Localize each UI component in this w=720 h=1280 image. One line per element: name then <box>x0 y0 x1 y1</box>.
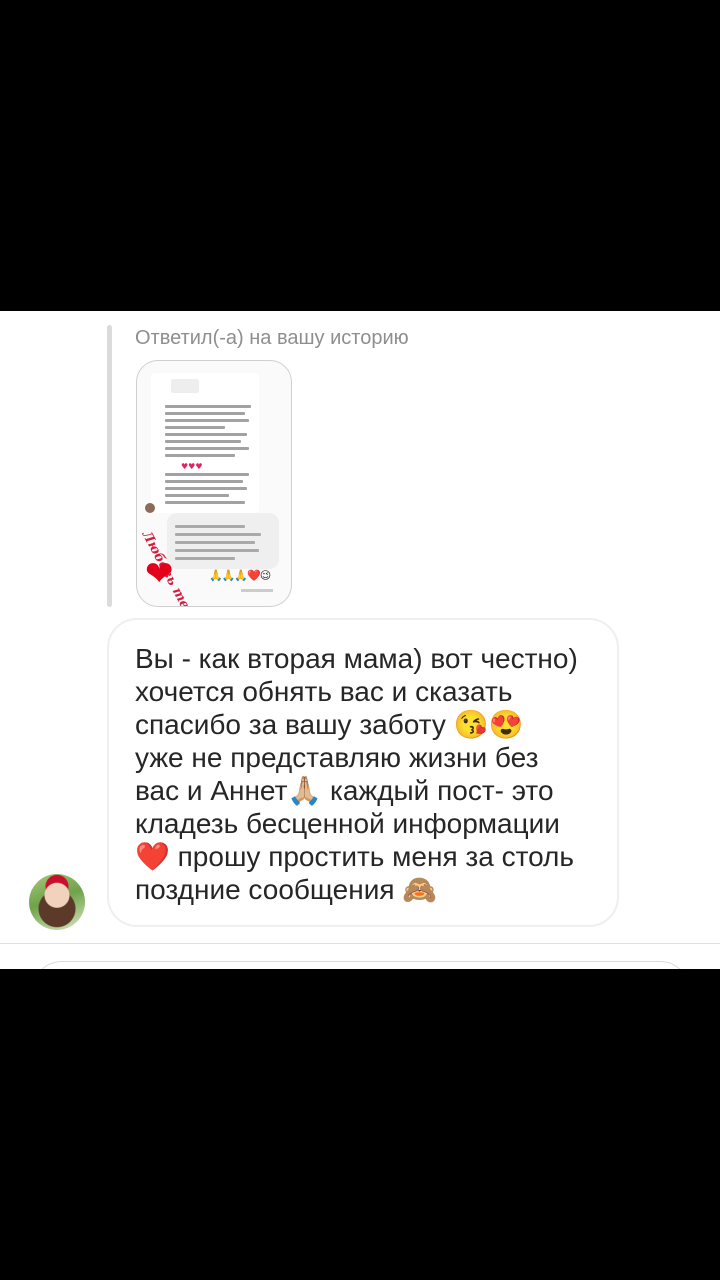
heart-icon: ❤ <box>145 554 174 594</box>
sender-avatar[interactable] <box>29 874 85 930</box>
message-text: Вы - как вторая мама) вот честно) хочетс… <box>135 643 578 905</box>
message-composer[interactable] <box>32 961 690 969</box>
story-thumbnail[interactable]: ♥♥♥ Любовь творит чудеса ❤ 🙏🙏🙏❤️😉 <box>136 360 292 607</box>
story-screenshot-hearts: ♥♥♥ <box>181 462 203 471</box>
reply-quote-bar <box>107 325 112 607</box>
story-screenshot-avatar <box>145 503 155 513</box>
story-screenshot-message: ♥♥♥ <box>151 373 259 513</box>
bottom-letterbox <box>0 969 720 1280</box>
story-emojis: 🙏🙏🙏❤️😉 <box>209 569 271 582</box>
divider <box>0 943 720 944</box>
top-letterbox <box>0 0 720 311</box>
story-screenshot-header <box>171 379 199 393</box>
story-screenshot-seen-label <box>241 589 273 592</box>
story-reply-caption: Ответил(-а) на вашу историю <box>135 327 409 349</box>
direct-message-thread: Ответил(-а) на вашу историю ♥♥♥ Любовь т… <box>0 311 720 969</box>
message-bubble[interactable]: Вы - как вторая мама) вот честно) хочетс… <box>107 618 619 927</box>
